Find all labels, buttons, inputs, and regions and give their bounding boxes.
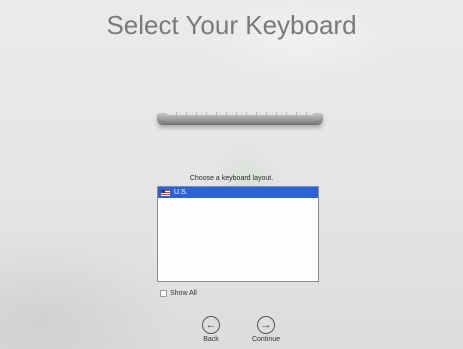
arrow-left-circle-icon[interactable]: ← — [202, 316, 220, 334]
page-title: Select Your Keyboard — [106, 10, 357, 40]
list-item-us[interactable]: U.S. — [158, 187, 318, 198]
list-item-label: U.S. — [174, 189, 188, 196]
continue-label: Continue — [251, 336, 281, 343]
back-button[interactable]: ← Back — [191, 316, 231, 343]
back-label: Back — [203, 336, 219, 343]
show-all-label: Show All — [170, 290, 197, 297]
continue-button[interactable]: → Continue — [246, 316, 286, 343]
keyboard-keys — [167, 112, 313, 115]
keyboard-layout-list[interactable]: U.S. — [157, 186, 319, 282]
show-all-checkbox[interactable] — [160, 290, 167, 297]
show-all-option[interactable]: Show All — [160, 290, 197, 297]
layout-prompt: Choose a keyboard layout. — [189, 175, 274, 182]
us-flag-icon — [161, 189, 170, 196]
arrow-right-circle-icon[interactable]: → — [257, 316, 275, 334]
keyboard-illustration — [157, 108, 323, 130]
